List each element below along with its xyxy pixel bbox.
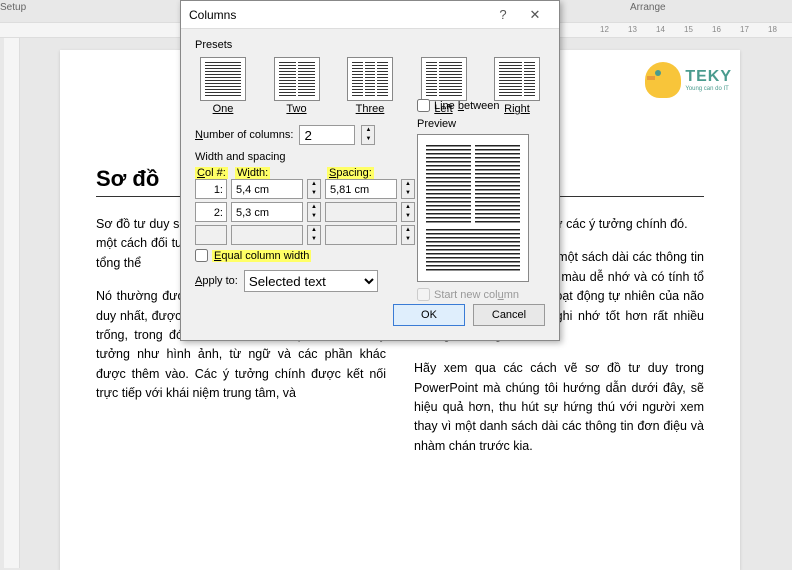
apply-to-select[interactable]: Selected text — [244, 270, 378, 292]
ribbon-group-arrange: Arrange — [630, 2, 666, 13]
apply-to-label: Apply to: — [195, 275, 238, 287]
preset-one-label: One — [213, 103, 234, 115]
cancel-button[interactable]: Cancel — [473, 304, 545, 326]
width-header: Width: — [235, 167, 270, 179]
spacing-input-2[interactable] — [325, 202, 397, 222]
spacing-input-3 — [325, 225, 397, 245]
width-spinner[interactable]: ▲▼ — [307, 179, 321, 199]
teky-logo: TEKY Young can do IT — [645, 62, 732, 98]
preset-three-label: Three — [356, 103, 385, 115]
dialog-titlebar[interactable]: Columns ? ✕ — [181, 1, 559, 29]
spacing-input-1[interactable]: 5,81 cm — [325, 179, 397, 199]
ruler-tick: 13 — [628, 25, 637, 34]
start-new-column-checkbox — [417, 288, 430, 301]
logo-text: TEKY — [685, 68, 732, 86]
ok-button[interactable]: OK — [393, 304, 465, 326]
spin-down-icon[interactable]: ▼ — [362, 135, 374, 144]
logo-tagline: Young can do IT — [685, 86, 732, 92]
ruler-tick: 14 — [656, 25, 665, 34]
ruler-tick: 17 — [740, 25, 749, 34]
ruler-tick: 18 — [768, 25, 777, 34]
dialog-title: Columns — [189, 8, 487, 22]
line-between-label: Line between — [434, 100, 499, 112]
columns-dialog: Columns ? ✕ Presets One Two Three Left — [180, 0, 560, 341]
num-columns-label: Number of columns: — [195, 129, 293, 141]
ribbon-group-setup: Setup — [0, 2, 26, 13]
col-num-header: Col #: — [195, 167, 228, 179]
line-between-checkbox[interactable] — [417, 99, 430, 112]
width-input-1[interactable]: 5,4 cm — [231, 179, 303, 199]
ruler-tick: 12 — [600, 25, 609, 34]
help-button[interactable]: ? — [487, 7, 519, 22]
bird-icon — [645, 62, 681, 98]
col-num: 1: — [195, 179, 227, 199]
num-columns-spinner[interactable]: ▲▼ — [361, 125, 375, 145]
spacing-spinner: ▲▼ — [401, 225, 415, 245]
spin-up-icon[interactable]: ▲ — [362, 126, 374, 135]
width-input-2[interactable]: 5,3 cm — [231, 202, 303, 222]
spacing-header: Spacing: — [327, 167, 374, 179]
spacing-spinner[interactable]: ▲▼ — [401, 202, 415, 222]
ruler-tick: 16 — [712, 25, 721, 34]
num-columns-input[interactable] — [299, 125, 355, 145]
preview-box — [417, 134, 529, 282]
preset-one[interactable]: One — [195, 57, 251, 115]
col-num — [195, 225, 227, 245]
preview-label: Preview — [417, 118, 545, 130]
ruler-tick: 15 — [684, 25, 693, 34]
vertical-ruler[interactable] — [4, 38, 20, 568]
equal-column-width-label: Equal column width — [212, 250, 311, 262]
presets-label: Presets — [195, 39, 545, 51]
col-num: 2: — [195, 202, 227, 222]
paragraph: Hãy xem qua các cách vẽ sơ đồ tư duy tro… — [414, 359, 704, 456]
preset-two-label: Two — [286, 103, 306, 115]
equal-column-width-checkbox[interactable] — [195, 249, 208, 262]
preset-two[interactable]: Two — [269, 57, 325, 115]
close-button[interactable]: ✕ — [519, 7, 551, 23]
width-spinner: ▲▼ — [307, 225, 321, 245]
width-input-3 — [231, 225, 303, 245]
spacing-spinner[interactable]: ▲▼ — [401, 179, 415, 199]
preset-three[interactable]: Three — [342, 57, 398, 115]
start-new-column-label: Start new column — [434, 289, 519, 301]
width-spinner[interactable]: ▲▼ — [307, 202, 321, 222]
